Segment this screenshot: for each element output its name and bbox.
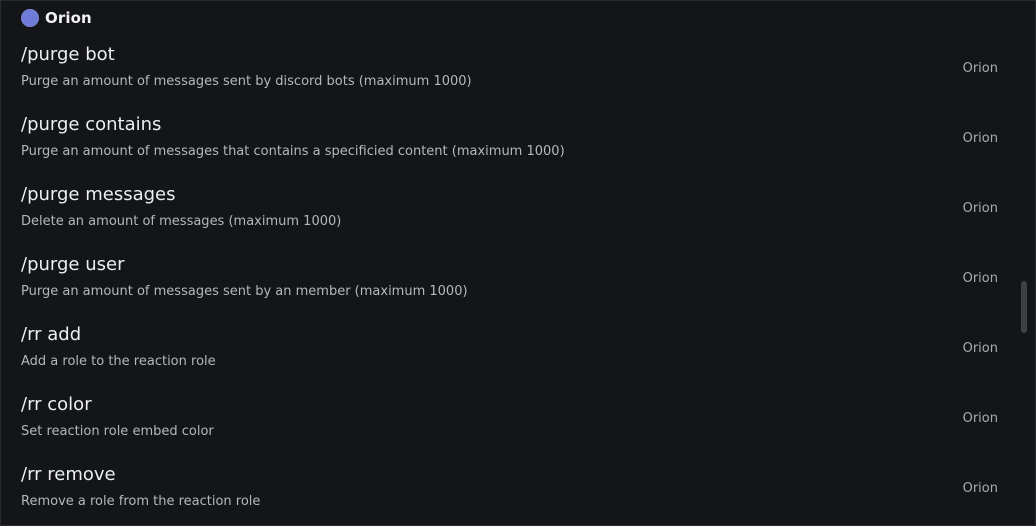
command-source: Orion [962,481,998,496]
command-name: /rr remove [21,464,116,485]
command-name: /purge user [21,254,125,275]
command-source: Orion [962,411,998,426]
command-group-header: Orion [21,7,92,29]
command-list: /purge bot Purge an amount of messages s… [1,37,1017,525]
command-source: Orion [962,341,998,356]
command-name: /purge messages [21,184,176,205]
command-source: Orion [962,201,998,216]
command-picker-panel: Orion /purge bot Purge an amount of mess… [0,0,1036,526]
command-description: Set reaction role embed color [21,424,214,439]
command-item-purge-contains[interactable]: /purge contains Purge an amount of messa… [1,107,1017,177]
command-item-purge-messages[interactable]: /purge messages Delete an amount of mess… [1,177,1017,247]
command-name: /purge bot [21,44,115,65]
command-item-purge-bot[interactable]: /purge bot Purge an amount of messages s… [1,37,1017,107]
command-group-name: Orion [45,9,92,27]
command-source: Orion [962,131,998,146]
command-item-rr-add[interactable]: /rr add Add a role to the reaction role … [1,317,1017,387]
command-description: Add a role to the reaction role [21,354,216,369]
command-source: Orion [962,271,998,286]
command-item-rr-remove[interactable]: /rr remove Remove a role from the reacti… [1,457,1017,525]
command-description: Delete an amount of messages (maximum 10… [21,214,342,229]
scrollbar-thumb[interactable] [1021,281,1027,333]
command-description: Purge an amount of messages sent by an m… [21,284,468,299]
command-name: /rr color [21,394,92,415]
command-name: /rr add [21,324,82,345]
command-item-rr-color[interactable]: /rr color Set reaction role embed color … [1,387,1017,457]
command-description: Purge an amount of messages sent by disc… [21,74,472,89]
command-source: Orion [962,61,998,76]
command-item-purge-user[interactable]: /purge user Purge an amount of messages … [1,247,1017,317]
command-description: Remove a role from the reaction role [21,494,261,509]
command-name: /purge contains [21,114,162,135]
scrollbar-track[interactable] [1021,5,1027,523]
command-description: Purge an amount of messages that contain… [21,144,565,159]
app-avatar-icon [21,9,39,27]
